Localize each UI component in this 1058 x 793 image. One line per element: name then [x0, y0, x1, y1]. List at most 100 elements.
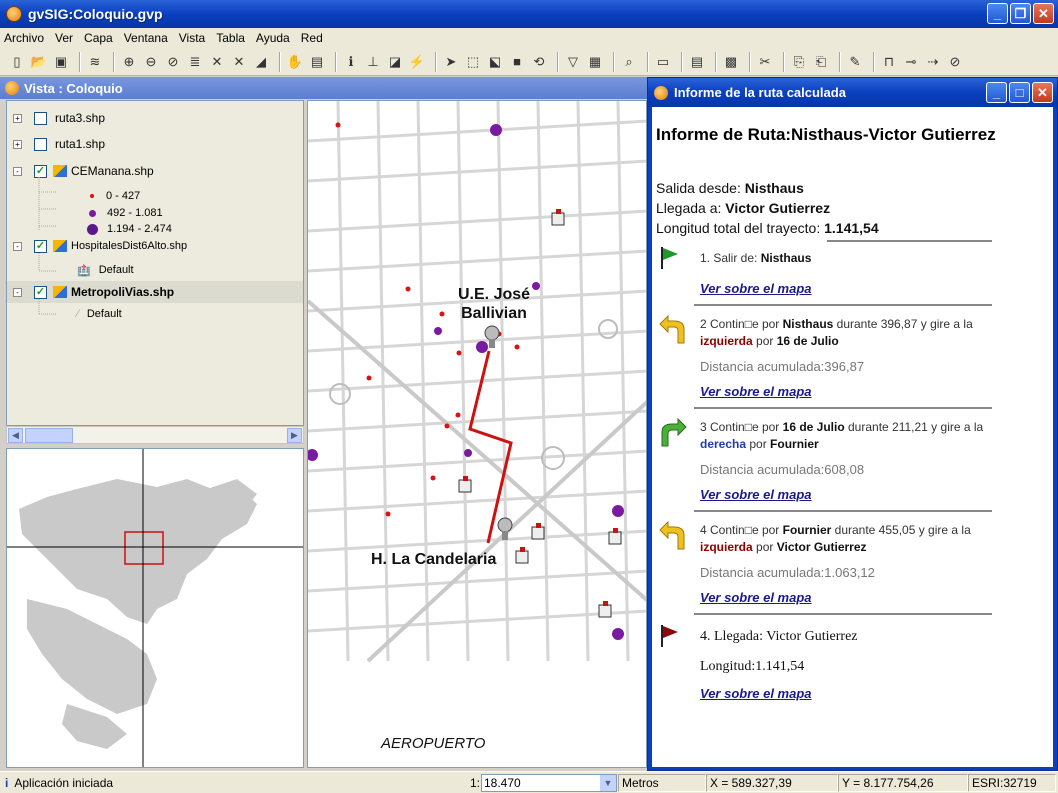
y-coordinate: Y = 8.177.754,26 — [838, 774, 968, 792]
view-on-map-link-1[interactable]: Ver sobre el mapa — [700, 281, 812, 296]
menu-ver[interactable]: Ver — [55, 31, 73, 45]
report-maximize-button[interactable]: □ — [1009, 82, 1030, 103]
legend-label: Default — [98, 264, 134, 276]
zoom-reduce-icon[interactable]: ✕ — [230, 53, 248, 71]
area-icon[interactable]: ◪ — [386, 53, 404, 71]
open-folder-icon[interactable]: 📂 — [30, 53, 48, 71]
legend-label: 1.194 - 2.474 — [107, 223, 172, 235]
locator-icon[interactable]: ▤ — [308, 53, 326, 71]
crs-field: ESRI:32719 — [968, 774, 1056, 792]
step-4: 4 Contin□e por Fournier durante 455,05 y… — [700, 523, 971, 554]
view-on-map-link-3[interactable]: Ver sobre el mapa — [700, 487, 812, 502]
grid-icon[interactable]: ▩ — [722, 53, 740, 71]
invert-selection-icon[interactable]: ⟲ — [530, 53, 548, 71]
scale-combobox[interactable]: 18.470 ▼ — [481, 774, 617, 792]
large-point-symbol-icon — [87, 223, 98, 235]
legend-label: 0 - 427 — [106, 190, 141, 202]
view-on-map-link-4[interactable]: Ver sobre el mapa — [700, 590, 812, 605]
step-3-distance: Distancia acumulada:608,08 — [700, 462, 865, 477]
network-clear-icon[interactable]: ⊘ — [946, 53, 964, 71]
view-on-map-link-2[interactable]: Ver sobre el mapa — [700, 384, 812, 399]
restore-button[interactable]: ❐ — [1010, 3, 1031, 24]
frame-icon[interactable]: ▭ — [654, 53, 672, 71]
turn-left-arrow-icon — [659, 521, 685, 550]
units-field: Metros — [618, 774, 706, 792]
zoom-expand-icon[interactable]: ✕ — [208, 53, 226, 71]
search-zoom-icon[interactable]: ⌕ — [620, 53, 638, 71]
info-icon[interactable]: ℹ — [342, 53, 360, 71]
map-label-school: U.E. José Ballivian — [458, 286, 531, 322]
scroll-left-icon[interactable]: ◀ — [8, 428, 23, 443]
turn-right-arrow-icon — [661, 418, 687, 447]
zoom-in-icon[interactable]: ⊕ — [120, 53, 138, 71]
zoom-all-icon[interactable]: ⊘ — [164, 53, 182, 71]
main-map[interactable]: U.E. José Ballivian H. La Candelaria AER… — [307, 100, 647, 768]
zoom-layer-icon[interactable]: ≣ — [186, 53, 204, 71]
app-title: gvSIG:Coloquio.gvp — [28, 6, 163, 22]
step-2: 2 Contin□e por Nisthaus durante 396,87 y… — [700, 317, 973, 348]
start-flag-icon — [661, 247, 678, 269]
select-rect-icon[interactable]: ⬚ — [464, 53, 482, 71]
map-canvas — [308, 101, 646, 767]
pan-hand-icon[interactable]: ✋ — [286, 53, 304, 71]
step-1: 1. Salir de: Nisthaus — [700, 251, 812, 265]
selection-table-icon[interactable]: ▦ — [586, 53, 604, 71]
map-label-airport: AEROPUERTO — [381, 735, 486, 752]
menu-tabla[interactable]: Tabla — [216, 31, 245, 45]
menu-ventana[interactable]: Ventana — [124, 31, 168, 45]
table-icon[interactable]: ▤ — [688, 53, 706, 71]
report-minimize-button[interactable]: _ — [986, 82, 1007, 103]
total-length-line: Longitud total del trayecto: 1.141,54 — [656, 220, 879, 236]
chevron-down-icon[interactable]: ▼ — [600, 775, 616, 791]
report-window-title: Informe de la ruta calculada — [674, 85, 846, 100]
filter-icon[interactable]: ▽ — [564, 53, 582, 71]
toolbar: ▯ 📂 ▣ ≋ ⊕ ⊖ ⊘ ≣ ✕ ✕ ◢ ✋ ▤ ℹ ⊥ ◪ ⚡ ➤ ⬚ ⬕ … — [0, 48, 1058, 76]
info-icon: i — [5, 776, 9, 790]
report-titlebar: Informe de la ruta calculada _ □ ✕ — [648, 78, 1057, 107]
select-poly-icon[interactable]: ⬕ — [486, 53, 504, 71]
select-layer-icon[interactable]: ■ — [508, 53, 526, 71]
scroll-right-icon[interactable]: ▶ — [287, 428, 302, 443]
new-file-icon[interactable]: ▯ — [8, 53, 26, 71]
overview-map[interactable] — [6, 448, 304, 768]
menu-vista[interactable]: Vista — [179, 31, 205, 45]
copy-icon[interactable]: ⎘ — [790, 53, 808, 71]
medium-point-symbol-icon — [89, 209, 96, 217]
menu-bar: Archivo Ver Capa Ventana Vista Tabla Ayu… — [0, 28, 1058, 48]
zoom-previous-icon[interactable]: ◢ — [252, 53, 270, 71]
network-flag-icon[interactable]: ⊸ — [902, 53, 920, 71]
layer-name: CEManana.shp — [71, 164, 154, 178]
legend-entry: 0 - 427 — [87, 187, 140, 205]
arrival-step: 4. Llegada: Victor Gutierrez — [700, 629, 858, 644]
network-load-icon[interactable]: ⊓ — [880, 53, 898, 71]
arrival-length: Longitud:1.141,54 — [700, 659, 805, 674]
overview-map-canvas — [7, 449, 303, 767]
tools-icon[interactable]: ✂ — [756, 53, 774, 71]
minimize-button[interactable]: _ — [987, 3, 1008, 24]
report-close-button[interactable]: ✕ — [1032, 82, 1053, 103]
legend-entry: 🏥 Default — [77, 261, 134, 279]
map-label-hospital: H. La Candelaria — [371, 551, 497, 568]
layers-icon[interactable]: ≋ — [86, 53, 104, 71]
save-icon[interactable]: ▣ — [52, 53, 70, 71]
menu-red[interactable]: Red — [301, 31, 323, 45]
line-symbol-icon: ⁄ — [77, 308, 79, 320]
close-button[interactable]: ✕ — [1033, 3, 1054, 24]
menu-archivo[interactable]: Archivo — [4, 31, 44, 45]
edit-icon[interactable]: ✎ — [846, 53, 864, 71]
measure-icon[interactable]: ⊥ — [364, 53, 382, 71]
scroll-thumb[interactable] — [25, 428, 73, 443]
step-4-distance: Distancia acumulada:1.063,12 — [700, 565, 875, 580]
network-route-icon[interactable]: ⇢ — [924, 53, 942, 71]
report-content: Informe de Ruta:Nisthaus-Victor Gutierre… — [652, 107, 1053, 767]
hyperlink-icon[interactable]: ⚡ — [408, 53, 426, 71]
zoom-out-icon[interactable]: ⊖ — [142, 53, 160, 71]
menu-capa[interactable]: Capa — [84, 31, 113, 45]
paste-icon[interactable]: ⎗ — [812, 53, 830, 71]
app-titlebar: gvSIG:Coloquio.gvp _ ❐ ✕ — [0, 0, 1058, 28]
menu-ayuda[interactable]: Ayuda — [256, 31, 290, 45]
toc-horizontal-scrollbar[interactable]: ◀ ▶ — [6, 426, 304, 444]
select-pointer-icon[interactable]: ➤ — [442, 53, 460, 71]
legend-label: 492 - 1.081 — [107, 207, 163, 219]
view-on-map-link-5[interactable]: Ver sobre el mapa — [700, 686, 812, 701]
